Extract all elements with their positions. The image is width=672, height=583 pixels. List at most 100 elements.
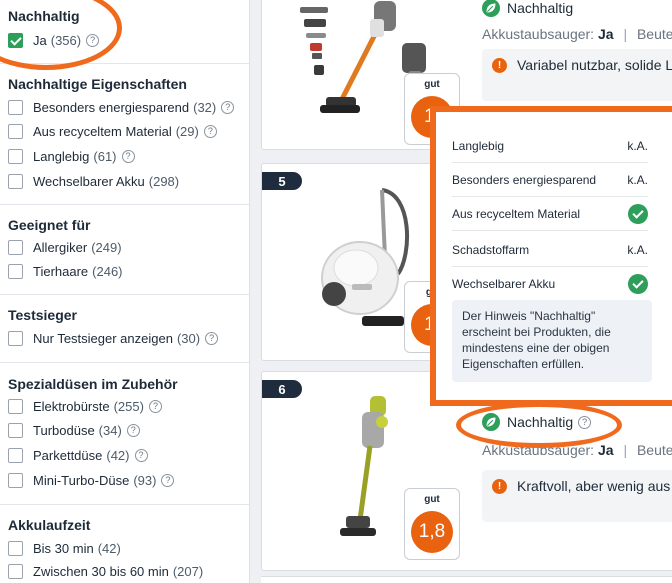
tooltip-row-recycelt: Aus recyceltem Material [452, 197, 648, 231]
product-attributes: Akkustaubsauger: Ja | Beutell [482, 442, 672, 458]
option-count: (29) [175, 123, 199, 139]
filter-option-allergiker[interactable]: Allergiker (249) [8, 238, 122, 256]
attr-key: Akkustaubsauger: [482, 442, 595, 458]
help-icon[interactable]: ? [205, 331, 219, 345]
tooltip-row-energiesparend: Besonders energiesparend k.A. [452, 163, 648, 197]
filter-section-geeignet: Geeignet für Allergiker (249) Tierhaare … [0, 205, 249, 295]
option-count: (207) [172, 563, 204, 579]
pro-text: Kraftvoll, aber wenig aus [517, 478, 671, 494]
option-label: Aus recyceltem Material [33, 123, 172, 139]
option-label: Langlebig [33, 148, 90, 164]
filter-section-nachhaltig: Nachhaltig Ja (356) ? [0, 0, 249, 64]
row-value: k.A. [627, 242, 648, 257]
option-count: (32) [193, 99, 217, 115]
option-count: (255) [113, 398, 144, 414]
help-icon[interactable]: ? [221, 100, 235, 114]
sustainable-badge[interactable]: Nachhaltig ? [482, 413, 592, 431]
grade-label: gut [424, 79, 440, 90]
option-count: (42) [97, 540, 121, 556]
sustainable-label: Nachhaltig [507, 0, 574, 16]
checkbox-checked[interactable] [8, 32, 23, 48]
checkbox[interactable] [8, 398, 23, 414]
filter-section-duesen: Spezialdüsen im Zubehör Elektrobürste (2… [0, 363, 249, 505]
filter-option-energiesparend[interactable]: Besonders energiesparend (32) ? [8, 98, 235, 116]
row-label: Besonders energiesparend [452, 172, 597, 187]
option-count: (30) [176, 330, 201, 346]
option-label: Allergiker [33, 239, 88, 255]
row-label: Aus recyceltem Material [452, 206, 581, 221]
attr-more: Beutell [636, 442, 672, 458]
grade-value: 1,8 [411, 511, 453, 553]
checkbox[interactable] [8, 540, 23, 556]
help-icon[interactable]: ? [121, 149, 135, 163]
option-label: Tierhaare [33, 263, 89, 279]
option-label: Parkettdüse [33, 447, 103, 463]
filter-option-ja[interactable]: Ja (356) ? [8, 31, 100, 49]
filter-option-tierhaare[interactable]: Tierhaare (246) [8, 262, 123, 280]
help-icon[interactable]: ? [86, 33, 100, 47]
sustainability-tooltip: Langlebig k.A. Besonders energiesparend … [436, 112, 672, 400]
pro-icon: ! [492, 479, 507, 494]
leaf-icon [482, 0, 500, 17]
check-icon [628, 274, 648, 294]
filter-option-wechselakku[interactable]: Wechselbarer Akku (298) [8, 172, 179, 190]
filter-option-langlebig[interactable]: Langlebig (61) ? [8, 147, 135, 165]
checkbox[interactable] [8, 99, 23, 115]
checkbox[interactable] [8, 173, 23, 189]
checkbox[interactable] [8, 239, 23, 255]
attr-value: Ja [597, 442, 614, 458]
row-label: Schadstoffarm [452, 242, 530, 257]
help-icon[interactable]: ? [126, 423, 140, 437]
filter-option-parkettduese[interactable]: Parkettdüse (42) ? [8, 446, 148, 464]
attr-key: Akkustaubsauger: [482, 26, 595, 42]
option-count: (249) [91, 239, 122, 255]
filter-option-recycelt[interactable]: Aus recyceltem Material (29) ? [8, 122, 217, 140]
row-value: k.A. [627, 172, 648, 187]
option-count: (246) [92, 263, 123, 279]
filter-title-duesen: Spezialdüsen im Zubehör [8, 376, 178, 392]
tooltip-row-schadstoffarm: Schadstoffarm k.A. [452, 233, 648, 267]
checkbox[interactable] [8, 563, 23, 579]
filter-sidebar: Nachhaltig Ja (356) ? Nachhaltige Eigens… [0, 0, 250, 583]
checkbox[interactable] [8, 148, 23, 164]
sustainable-badge[interactable]: Nachhaltig [482, 0, 573, 17]
checkbox[interactable] [8, 330, 23, 346]
highlight-frame-popup: Langlebig k.A. Besonders energiesparend … [430, 106, 672, 406]
filter-title-testsieger: Testsieger [8, 307, 77, 323]
checkbox[interactable] [8, 447, 23, 463]
row-label: Wechselbarer Akku [452, 277, 556, 291]
checkbox[interactable] [8, 472, 23, 488]
sustainable-label: Nachhaltig [507, 414, 574, 430]
option-count: (93) [133, 472, 157, 488]
option-label: Bis 30 min [33, 540, 94, 556]
filter-title-nachhaltig: Nachhaltig [8, 8, 80, 24]
filter-option-miniturbo[interactable]: Mini-Turbo-Düse (93) ? [8, 471, 175, 489]
checkbox[interactable] [8, 123, 23, 139]
attr-more: Beutell [636, 26, 672, 42]
filter-option-elektrobuerste[interactable]: Elektrobürste (255) ? [8, 397, 162, 415]
checkbox[interactable] [8, 263, 23, 279]
filter-option-30bis60[interactable]: Zwischen 30 bis 60 min (207) [8, 562, 203, 580]
grade-label: gut [424, 494, 440, 505]
row-value: k.A. [627, 138, 648, 153]
rank-badge: 6 [262, 380, 302, 398]
help-icon[interactable]: ? [134, 448, 148, 462]
test-grade-badge[interactable]: gut 1,8 [404, 488, 460, 560]
row-label: Langlebig [452, 138, 505, 153]
checkbox[interactable] [8, 422, 23, 438]
filter-option-turboduese[interactable]: Turbodüse (34) ? [8, 421, 140, 439]
option-label: Elektrobürste [33, 398, 110, 414]
filter-option-bis30[interactable]: Bis 30 min (42) [8, 539, 121, 557]
tooltip-hint: Der Hinweis "Nachhaltig" erscheint bei P… [452, 300, 652, 382]
filter-section-testsieger: Testsieger Nur Testsieger anzeigen (30) … [0, 295, 249, 363]
filter-title-geeignet: Geeignet für [8, 217, 91, 233]
help-icon[interactable]: ? [578, 415, 592, 429]
tooltip-row-langlebig: Langlebig k.A. [452, 129, 648, 163]
option-count: (42) [106, 447, 130, 463]
pro-icon: ! [492, 58, 507, 73]
help-icon[interactable]: ? [203, 124, 217, 138]
help-icon[interactable]: ? [161, 473, 175, 487]
help-icon[interactable]: ? [148, 399, 162, 413]
filter-option-testsieger[interactable]: Nur Testsieger anzeigen (30) ? [8, 329, 219, 347]
separator: | [623, 442, 628, 458]
